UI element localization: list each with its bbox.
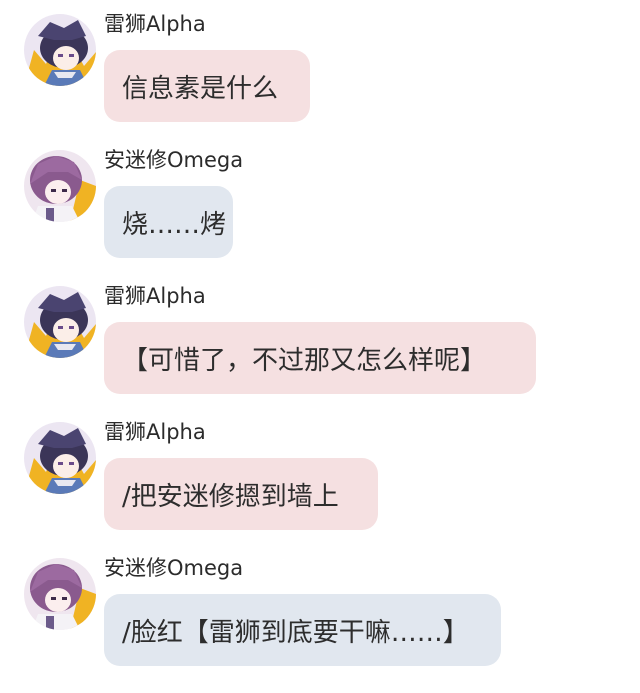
- knight-avatar-icon[interactable]: [24, 150, 96, 222]
- sender-name: 安迷修Omega: [104, 556, 244, 580]
- sender-name: 雷狮Alpha: [104, 284, 206, 308]
- message-bubble[interactable]: 信息素是什么: [104, 50, 310, 122]
- message-bubble[interactable]: /脸红【雷狮到底要干嘛……】: [104, 594, 501, 666]
- lion-avatar-icon[interactable]: [24, 422, 96, 494]
- message-bubble[interactable]: 【可惜了，不过那又怎么样呢】: [104, 322, 536, 394]
- sender-name: 安迷修Omega: [104, 148, 244, 172]
- sender-name: 雷狮Alpha: [104, 12, 206, 36]
- message-bubble[interactable]: /把安迷修摁到墙上: [104, 458, 378, 530]
- lion-avatar-icon[interactable]: [24, 286, 96, 358]
- knight-avatar-icon[interactable]: [24, 558, 96, 630]
- lion-avatar-icon[interactable]: [24, 14, 96, 86]
- sender-name: 雷狮Alpha: [104, 420, 206, 444]
- message-bubble[interactable]: 烧……烤: [104, 186, 233, 258]
- chat-log: 雷狮Alpha 信息素是什么 安迷修Omega 烧……烤 雷狮Alpha 【可惜…: [0, 0, 640, 693]
